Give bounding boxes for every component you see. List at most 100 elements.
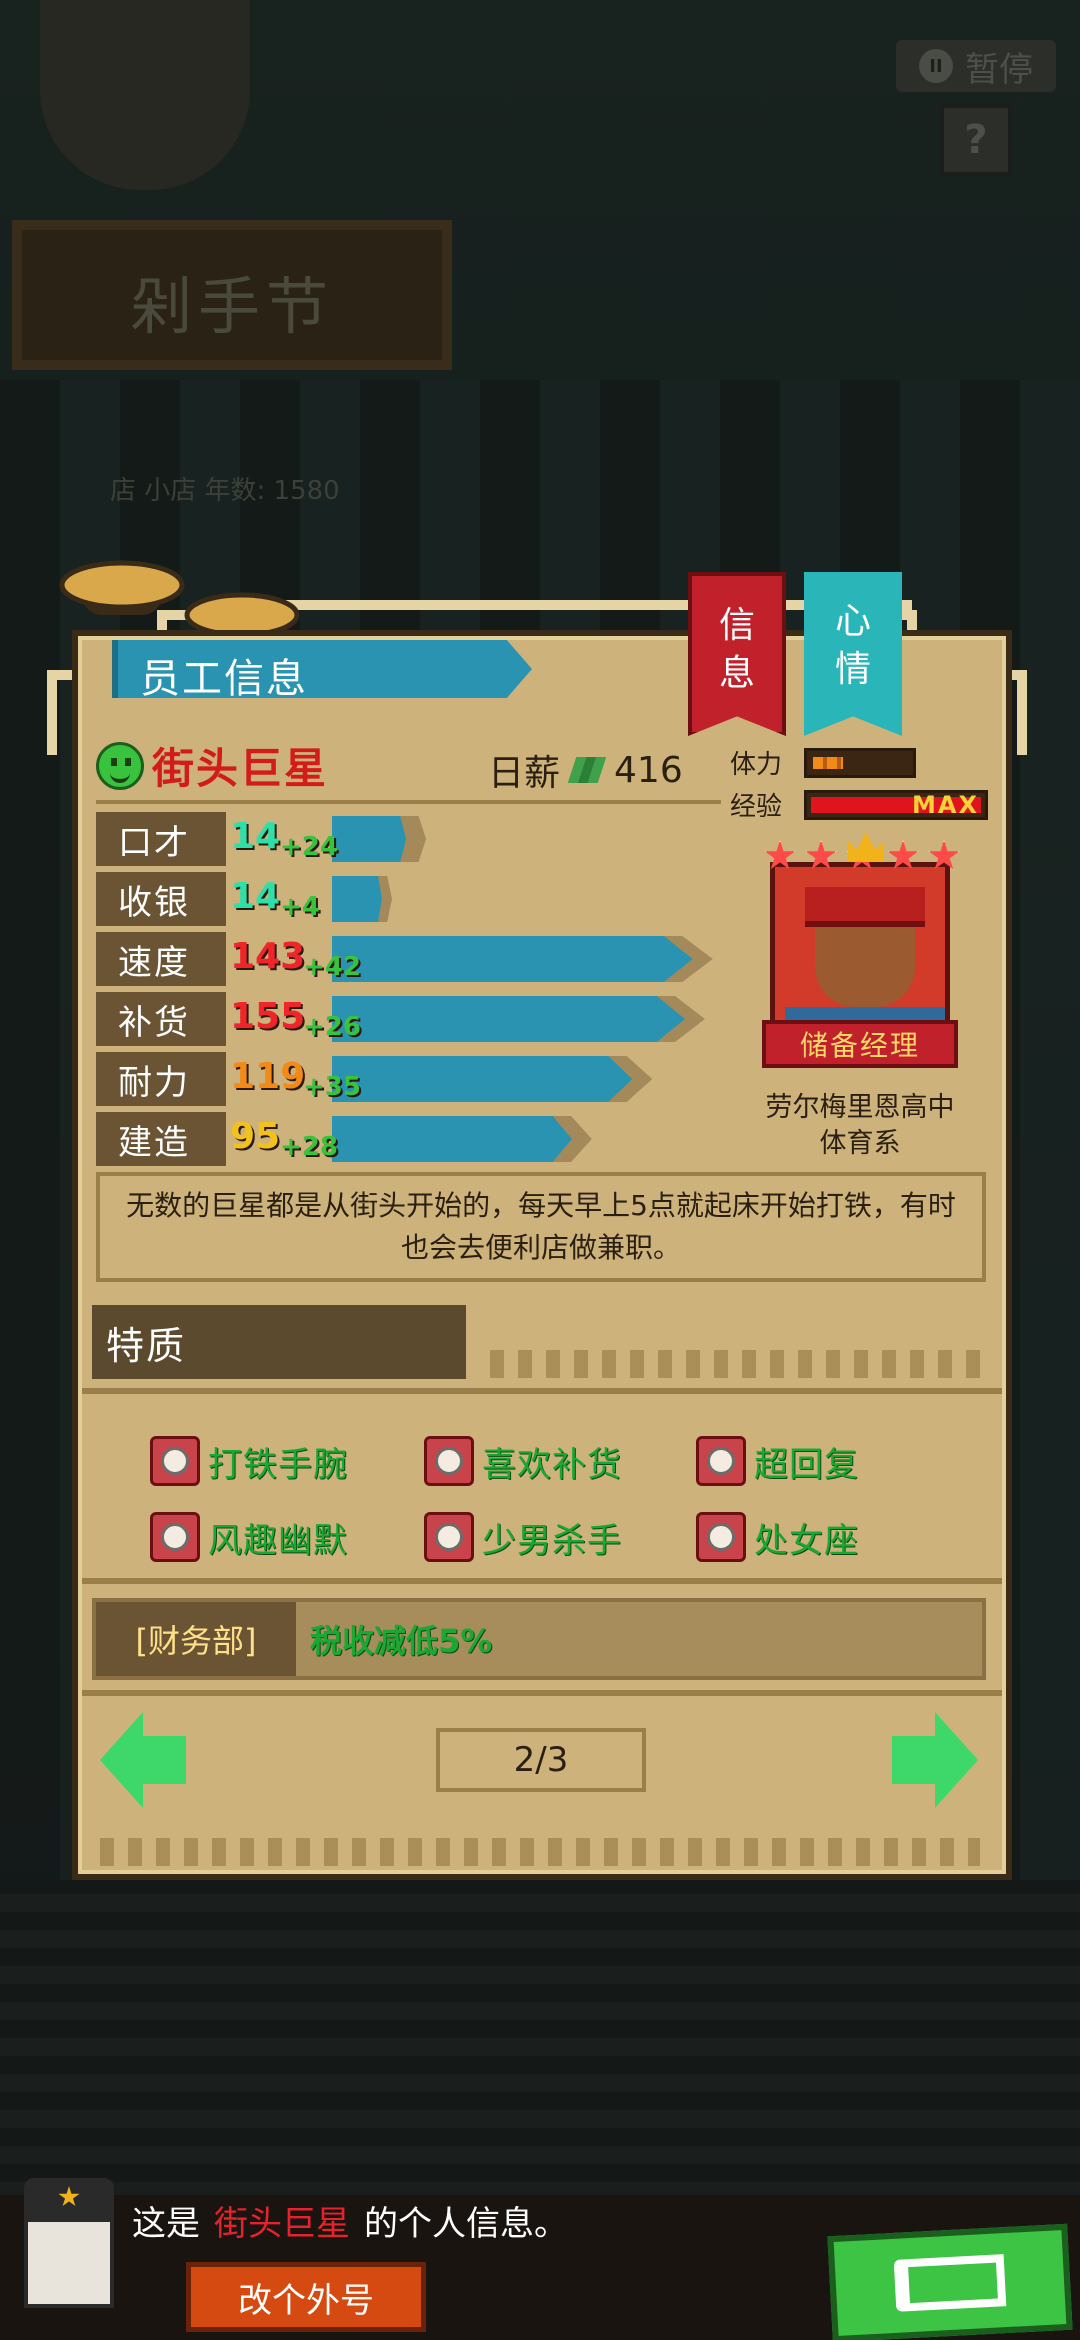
rename-button[interactable]: 改个外号 <box>186 2262 426 2332</box>
mood-smile-icon <box>96 741 144 790</box>
stat-bonus: +28 <box>280 1132 338 1162</box>
trait-ball-icon <box>424 1436 474 1486</box>
trait-item[interactable]: 打铁手腕 <box>150 1436 348 1486</box>
stamina-meter: 体力 <box>730 744 916 781</box>
stat-value: 143 <box>230 936 306 977</box>
stat-bonus: +4 <box>280 892 320 922</box>
stamina-label: 体力 <box>730 750 783 780</box>
stat-row: 补货 155 +26 <box>96 992 705 1046</box>
stat-bar-fill <box>332 816 407 862</box>
school-info: 劳尔梅里恩高中 体育系 <box>740 1090 980 1162</box>
pause-label: 暂停 <box>965 49 1033 90</box>
stat-value: 14 <box>230 876 281 917</box>
page-indicator: 2/3 <box>436 1728 646 1792</box>
zigzag-divider <box>100 1838 980 1866</box>
stat-value: 155 <box>230 996 306 1037</box>
experience-bar: MAX <box>804 789 988 820</box>
tab-mood-char-2: 情 <box>834 649 871 690</box>
trait-ball-icon <box>150 1436 200 1486</box>
trait-label: 超回复 <box>754 1444 859 1485</box>
stat-row: 口才 14 +24 <box>96 812 427 866</box>
pause-button[interactable]: II 暂停 <box>896 40 1056 92</box>
department-effect: 税收减低5% <box>310 1622 493 1660</box>
trait-label: 打铁手腕 <box>208 1444 348 1485</box>
narrator-face <box>24 2218 114 2308</box>
stat-bar-fill <box>332 996 685 1042</box>
employee-bio: 无数的巨星都是从街头开始的，每天早上5点就起床开始打铁，有时也会去便利店做兼职。 <box>96 1172 986 1282</box>
stat-row: 收银 14 +4 <box>96 872 392 926</box>
stat-row: 耐力 119 +35 <box>96 1052 653 1106</box>
trait-ball-inner <box>707 1447 735 1475</box>
panel-title: 员工信息 <box>140 656 308 702</box>
trait-ball-inner <box>707 1523 735 1551</box>
stat-name: 耐力 <box>96 1052 226 1106</box>
salary-value: 416 <box>614 749 683 791</box>
event-sign: 剁手节 <box>12 220 452 370</box>
stat-name: 建造 <box>96 1112 226 1166</box>
stat-bar-fill <box>332 1056 633 1102</box>
tab-mood[interactable]: 心 情 <box>804 572 902 736</box>
stamina-fill <box>813 756 843 769</box>
trait-ball-inner <box>161 1447 189 1475</box>
trait-ball-icon <box>696 1512 746 1562</box>
trait-ball-inner <box>161 1523 189 1551</box>
caption-suffix: 的个人信息。 <box>364 2204 568 2244</box>
tab-info-char-2: 息 <box>718 653 755 694</box>
stat-value: 95 <box>230 1116 281 1157</box>
shop-info-text: 店 小店 年数: 1580 <box>110 476 340 506</box>
tab-info[interactable]: 信 息 <box>688 572 786 736</box>
stat-row: 建造 95 +28 <box>96 1112 592 1166</box>
school-name: 劳尔梅里恩高中 <box>765 1092 955 1123</box>
experience-label: 经验 <box>730 792 783 822</box>
star-icon <box>805 840 837 870</box>
trait-ball-inner <box>435 1447 463 1475</box>
star-icon <box>928 840 960 870</box>
street <box>0 1880 1080 2200</box>
trait-label: 少男杀手 <box>482 1520 622 1561</box>
stat-name: 收银 <box>96 872 226 926</box>
back-icon <box>893 2254 1007 2312</box>
caption-prefix: 这是 <box>132 2204 200 2244</box>
trait-ball-icon <box>150 1512 200 1562</box>
trait-label: 风趣幽默 <box>208 1520 348 1561</box>
trait-item[interactable]: 风趣幽默 <box>150 1512 348 1562</box>
trait-item[interactable]: 少男杀手 <box>424 1512 622 1562</box>
stat-bonus: +42 <box>303 952 361 982</box>
trait-label: 喜欢补货 <box>482 1444 622 1485</box>
traits-title: 特质 <box>92 1305 466 1379</box>
stat-name: 口才 <box>96 812 226 866</box>
trait-ball-inner <box>435 1523 463 1551</box>
stat-value: 14 <box>230 816 281 857</box>
panel-header: 员工信息 <box>112 640 532 698</box>
employee-name: 街头巨星 <box>152 744 329 793</box>
star-icon <box>764 840 796 870</box>
stat-row: 速度 143 +42 <box>96 932 713 986</box>
trait-item[interactable]: 处女座 <box>696 1512 859 1562</box>
department-name: [财务部] <box>96 1602 296 1676</box>
stat-value: 119 <box>230 1056 306 1097</box>
event-sign-text: 剁手节 <box>129 270 334 343</box>
stat-bonus: +24 <box>280 832 338 862</box>
stat-bar-fill <box>332 936 693 982</box>
portrait-hat <box>805 887 925 927</box>
divider <box>82 1388 1002 1394</box>
back-button[interactable] <box>827 2223 1073 2340</box>
employee-name-row: 街头巨星 <box>96 735 328 796</box>
caption-employee-name: 街头巨星 <box>214 2204 350 2244</box>
divider <box>82 1690 1002 1696</box>
stat-name: 补货 <box>96 992 226 1046</box>
divider <box>82 1578 1002 1584</box>
hot-air-balloon <box>40 0 250 190</box>
star-icon <box>887 840 919 870</box>
tab-info-char-1: 信 <box>718 605 755 646</box>
money-icon <box>570 755 604 785</box>
divider <box>96 800 721 804</box>
trait-item[interactable]: 超回复 <box>696 1436 859 1486</box>
pause-icon: II <box>919 49 953 83</box>
trait-label: 处女座 <box>754 1520 859 1561</box>
narrator-avatar <box>4 2178 134 2340</box>
trait-item[interactable]: 喜欢补货 <box>424 1436 622 1486</box>
stamina-bar <box>804 747 916 778</box>
help-button[interactable]: ? <box>940 104 1012 176</box>
department-bar: [财务部] 税收减低5% <box>92 1598 986 1680</box>
